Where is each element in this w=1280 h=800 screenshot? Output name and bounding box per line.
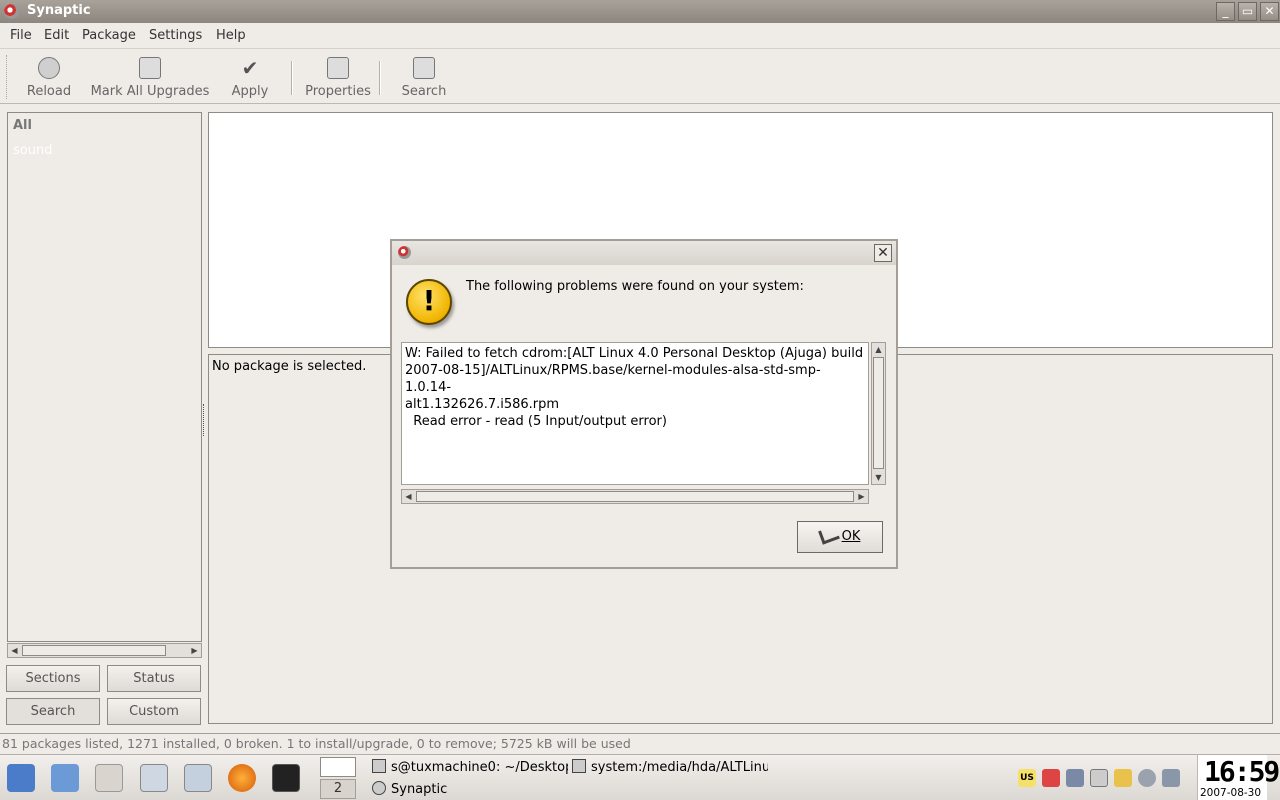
synaptic-task-icon (372, 781, 386, 795)
pane-resize-handle[interactable] (203, 404, 207, 436)
ok-button[interactable]: OK (797, 521, 883, 553)
mark-all-upgrades-button[interactable]: Mark All Upgrades (88, 55, 212, 101)
scroll-up-arrow-icon[interactable]: ▲ (872, 343, 885, 356)
messenger-icon[interactable] (184, 764, 212, 792)
home-folder-icon[interactable] (51, 764, 79, 792)
error-details-text[interactable]: W: Failed to fetch cdrom:[ALT Linux 4.0 … (401, 342, 869, 485)
properties-button[interactable]: Properties (302, 55, 374, 101)
minimize-button[interactable]: _ (1216, 2, 1235, 21)
synaptic-app-icon[interactable] (4, 4, 19, 19)
kde-menu-icon[interactable] (7, 764, 35, 792)
update-notifier-icon[interactable] (1042, 769, 1060, 787)
reload-label: Reload (26, 84, 72, 99)
scroll-thumb[interactable] (22, 645, 166, 656)
clipboard-icon[interactable] (1090, 769, 1108, 787)
taskbar-clock[interactable]: 16:59 2007-08-30 (1197, 755, 1280, 800)
filter-item-all[interactable]: All (13, 118, 32, 133)
terminal-icon[interactable] (272, 764, 300, 792)
window-title: Synaptic (27, 3, 91, 18)
close-window-button[interactable]: ✕ (1260, 2, 1279, 21)
dialog-message: The following problems were found on you… (466, 279, 804, 294)
scroll-thumb[interactable] (873, 357, 884, 469)
menu-edit[interactable]: Edit (44, 28, 69, 43)
error-details-vscrollbar[interactable]: ▲ ▼ (871, 342, 886, 485)
pager-desktop-2[interactable]: 2 (320, 779, 356, 799)
task-file-manager[interactable]: system:/media/hda/ALTLinux (572, 759, 768, 775)
desktop-pager[interactable]: 2 (320, 757, 356, 799)
scroll-thumb[interactable] (416, 491, 854, 502)
search-toolbar-label: Search (401, 84, 447, 99)
toolbar-separator (379, 61, 381, 95)
statusbar: 81 packages listed, 1271 installed, 0 br… (0, 733, 1280, 753)
filter-item-sound[interactable]: sound (13, 143, 52, 158)
menubar: File Edit Package Settings Help (0, 23, 1280, 49)
scroll-left-arrow-icon[interactable]: ◀ (8, 644, 21, 657)
maximize-button[interactable]: ▭ (1238, 2, 1257, 21)
status-button[interactable]: Status (107, 665, 201, 692)
properties-label: Properties (305, 84, 371, 99)
volume-icon[interactable] (1162, 769, 1180, 787)
filter-list[interactable]: All sound (7, 112, 202, 642)
status-text: 81 packages listed, 1271 installed, 0 br… (2, 736, 631, 751)
ok-label: OK (841, 529, 861, 544)
mark-all-upgrades-label: Mark All Upgrades (90, 84, 210, 99)
clock-date: 2007-08-30 (1200, 787, 1262, 799)
firefox-icon[interactable] (228, 764, 256, 792)
printer-icon[interactable] (1114, 769, 1132, 787)
apply-label: Apply (231, 84, 269, 99)
package-list-header[interactable] (209, 113, 1272, 116)
error-details-hscrollbar[interactable]: ◀ ▶ (401, 489, 869, 504)
upgrade-icon (139, 57, 161, 79)
menu-package[interactable]: Package (82, 28, 136, 43)
scroll-right-arrow-icon[interactable]: ▶ (855, 490, 868, 503)
scroll-right-arrow-icon[interactable]: ▶ (188, 644, 201, 657)
scroll-left-arrow-icon[interactable]: ◀ (402, 490, 415, 503)
clock-time: 16:59 (1204, 755, 1280, 788)
pager-desktop-1[interactable] (320, 757, 356, 777)
problems-dialog: ✕ ! The following problems were found on… (390, 239, 898, 569)
warning-icon: ! (406, 279, 452, 325)
calendar-icon[interactable] (95, 764, 123, 792)
terminal-task-icon (372, 759, 386, 773)
apply-button[interactable]: ✔ Apply (226, 55, 274, 101)
synaptic-dialog-icon (398, 246, 411, 259)
dialog-close-button[interactable]: ✕ (874, 244, 892, 262)
checkmark-icon: ✔ (241, 56, 259, 80)
dialog-titlebar[interactable]: ✕ (392, 241, 896, 265)
no-package-text: No package is selected. (212, 359, 367, 374)
task-synaptic[interactable]: Synaptic (372, 781, 568, 797)
file-manager-task-icon (572, 759, 586, 773)
custom-button[interactable]: Custom (107, 698, 201, 725)
toolbar-separator (291, 61, 293, 95)
network-icon[interactable] (1066, 769, 1084, 787)
menu-settings[interactable]: Settings (149, 28, 202, 43)
search-icon (413, 57, 435, 79)
taskbar: 2 s@tuxmachine0: ~/Desktop system:/media… (0, 754, 1280, 800)
search-filter-button[interactable]: Search (6, 698, 100, 725)
reload-icon (38, 57, 60, 79)
menu-file[interactable]: File (10, 28, 32, 43)
task-terminal[interactable]: s@tuxmachine0: ~/Desktop (372, 759, 568, 775)
toolbar: Reload Mark All Upgrades ✔ Apply Propert… (0, 49, 1280, 104)
ok-icon (817, 525, 840, 545)
keyboard-layout-indicator[interactable]: US (1018, 769, 1036, 787)
window-titlebar[interactable]: Synaptic _ ▭ ✕ (0, 0, 1280, 23)
bluetooth-icon[interactable] (1138, 769, 1156, 787)
filter-list-hscrollbar[interactable]: ◀ ▶ (7, 643, 202, 658)
toolbar-grip[interactable] (6, 55, 12, 99)
properties-icon (327, 57, 349, 79)
mail-client-icon[interactable] (140, 764, 168, 792)
sections-button[interactable]: Sections (6, 665, 100, 692)
reload-button[interactable]: Reload (22, 55, 76, 101)
scroll-down-arrow-icon[interactable]: ▼ (872, 471, 885, 484)
search-toolbar-button[interactable]: Search (396, 55, 452, 101)
menu-help[interactable]: Help (216, 28, 246, 43)
